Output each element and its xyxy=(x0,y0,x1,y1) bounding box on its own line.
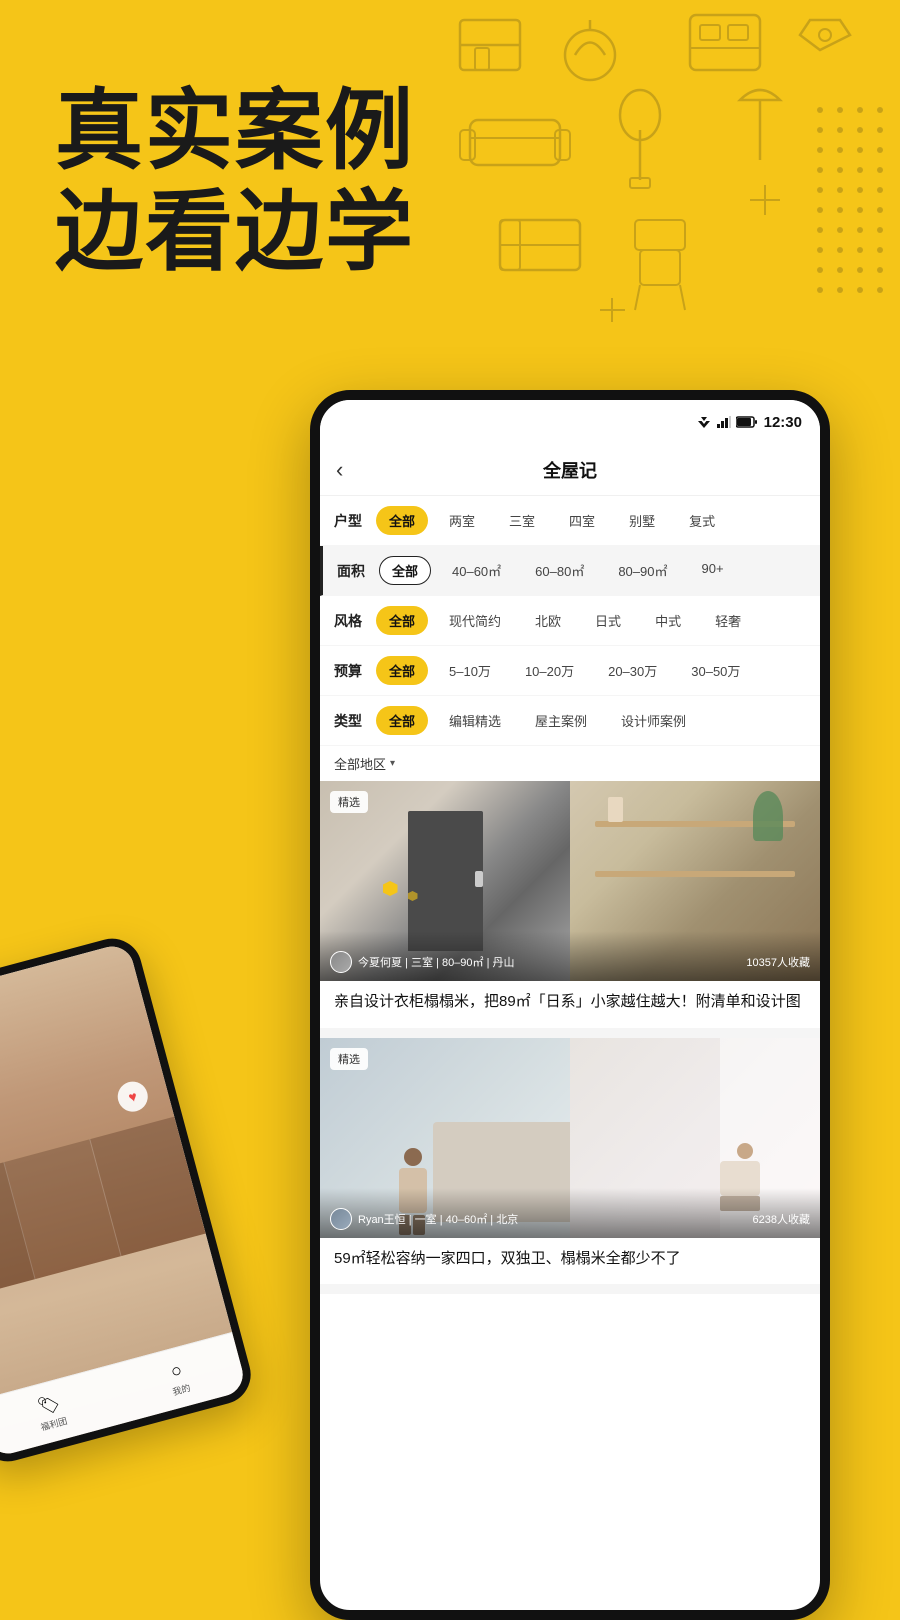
filter-tag-type-all[interactable]: 全部 xyxy=(376,706,428,735)
card-2-badge: 精选 xyxy=(330,1048,368,1070)
filter-tag-two-room[interactable]: 两室 xyxy=(436,506,488,535)
content-area: 精选 今夏何夏 | 三室 | 80–90㎡ | 丹山 10357人收藏 亲自设计… xyxy=(320,781,820,1294)
card-2-saves: 6238人收藏 xyxy=(753,1211,810,1227)
filter-label-area: 面积 xyxy=(337,561,369,581)
filter-tags-room-type: 全部 两室 三室 四室 别墅 复式 xyxy=(376,506,728,535)
location-text[interactable]: 全部地区 xyxy=(334,754,386,773)
filter-tag-10-20[interactable]: 10–20万 xyxy=(512,656,587,685)
status-bar: 12:30 xyxy=(320,400,820,444)
hero-text: 真实案例 边看边学 xyxy=(55,80,415,282)
card-2-user: Ryan王恒 | 一室 | 40–60㎡ | 北京 xyxy=(358,1211,518,1227)
filter-tag-light-luxury[interactable]: 轻奢 xyxy=(702,606,754,635)
card-2-avatar xyxy=(330,1208,352,1230)
page-title: 全屋记 xyxy=(543,457,597,483)
card-2[interactable]: 精选 Ryan王恒 | 一室 | 40–60㎡ | 北京 6238人收藏 59㎡… xyxy=(320,1038,820,1285)
filter-tag-designer-case[interactable]: 设计师案例 xyxy=(608,706,699,735)
filter-label-style: 风格 xyxy=(334,611,366,631)
filter-row-style: 风格 全部 现代简约 北欧 日式 中式 轻奢 xyxy=(320,596,820,646)
filter-tag-editor-pick[interactable]: 编辑精选 xyxy=(436,706,514,735)
card-2-title: 59㎡轻松容纳一家四口，双独卫、榻榻米全都少不了 xyxy=(320,1238,820,1285)
filter-tag-villa[interactable]: 别墅 xyxy=(616,506,668,535)
filter-tag-5-10[interactable]: 5–10万 xyxy=(436,656,504,685)
filter-label-room-type: 户型 xyxy=(334,511,366,531)
filter-tag-three-room[interactable]: 三室 xyxy=(496,506,548,535)
filter-tag-style-all[interactable]: 全部 xyxy=(376,606,428,635)
location-row: 全部地区 ▾ xyxy=(320,746,820,781)
filter-tag-80-90[interactable]: 80–90㎡ xyxy=(605,556,680,585)
filter-tags-style: 全部 现代简约 北欧 日式 中式 轻奢 xyxy=(376,606,754,635)
status-time: 12:30 xyxy=(764,414,802,431)
card-1-image: 精选 今夏何夏 | 三室 | 80–90㎡ | 丹山 10357人收藏 xyxy=(320,781,820,981)
card-1-avatar xyxy=(330,951,352,973)
save-icon: ♥ xyxy=(114,1078,151,1115)
card-2-meta-bar: Ryan王恒 | 一室 | 40–60㎡ | 北京 6238人收藏 xyxy=(320,1188,820,1238)
nav-item-mine[interactable]: ○ 我的 xyxy=(165,1358,192,1397)
card-1[interactable]: 精选 今夏何夏 | 三室 | 80–90㎡ | 丹山 10357人收藏 亲自设计… xyxy=(320,781,820,1028)
card-1-meta-bar: 今夏何夏 | 三室 | 80–90㎡ | 丹山 10357人收藏 xyxy=(320,931,820,981)
location-dropdown-arrow[interactable]: ▾ xyxy=(390,758,395,769)
filter-row-budget: 预算 全部 5–10万 10–20万 20–30万 30–50万 xyxy=(320,646,820,696)
filter-tags-area: 全部 40–60㎡ 60–80㎡ 80–90㎡ 90+ xyxy=(379,556,737,585)
filter-row-type: 类型 全部 编辑精选 屋主案例 设计师案例 xyxy=(320,696,820,746)
decorative-background-icons xyxy=(440,0,900,400)
filter-tag-modern[interactable]: 现代简约 xyxy=(436,606,514,635)
filter-tag-four-room[interactable]: 四室 xyxy=(556,506,608,535)
filter-tag-owner-case[interactable]: 屋主案例 xyxy=(522,706,600,735)
card-2-image: 精选 Ryan王恒 | 一室 | 40–60㎡ | 北京 6238人收藏 xyxy=(320,1038,820,1238)
filter-label-type: 类型 xyxy=(334,711,366,731)
filter-tag-chinese[interactable]: 中式 xyxy=(642,606,694,635)
filter-tag-japanese[interactable]: 日式 xyxy=(582,606,634,635)
hero-line1: 真实案例 xyxy=(55,81,415,180)
filter-tag-all[interactable]: 全部 xyxy=(376,506,428,535)
filter-tag-20-30[interactable]: 20–30万 xyxy=(595,656,670,685)
filter-tag-30-50[interactable]: 30–50万 xyxy=(678,656,753,685)
filter-tag-90plus[interactable]: 90+ xyxy=(688,556,736,585)
filter-tag-area-all[interactable]: 全部 xyxy=(379,556,431,585)
battery-icon xyxy=(736,416,758,428)
nav-item-welfare[interactable]: 🏷 福利团 xyxy=(33,1391,68,1433)
phone-mockup: 12:30 ‹ 全屋记 户型 全部 两室 三室 四室 别墅 复式 面积 全部 4… xyxy=(310,390,830,1620)
app-header: ‹ 全屋记 xyxy=(320,444,820,496)
filter-tag-nordic[interactable]: 北欧 xyxy=(522,606,574,635)
card-1-user: 今夏何夏 | 三室 | 80–90㎡ | 丹山 xyxy=(358,954,515,970)
filter-tag-budget-all[interactable]: 全部 xyxy=(376,656,428,685)
hero-line2: 边看边学 xyxy=(55,182,415,281)
signal-icon xyxy=(717,416,731,428)
profile-icon: ○ xyxy=(168,1359,184,1382)
back-button[interactable]: ‹ xyxy=(336,457,343,483)
filter-tag-60-80[interactable]: 60–80㎡ xyxy=(522,556,597,585)
filter-label-budget: 预算 xyxy=(334,661,366,681)
card-1-badge: 精选 xyxy=(330,791,368,813)
filter-tags-type: 全部 编辑精选 屋主案例 设计师案例 xyxy=(376,706,699,735)
filter-tag-40-60[interactable]: 40–60㎡ xyxy=(439,556,514,585)
filter-tags-budget: 全部 5–10万 10–20万 20–30万 30–50万 xyxy=(376,656,753,685)
card-1-title: 亲自设计衣柜榻榻米，把89㎡「日系」小家越住越大！附清单和设计图 xyxy=(320,981,820,1028)
card-1-saves: 10357人收藏 xyxy=(746,954,810,970)
filter-tag-duplex[interactable]: 复式 xyxy=(676,506,728,535)
filter-row-area: 面积 全部 40–60㎡ 60–80㎡ 80–90㎡ 90+ xyxy=(320,546,820,596)
wifi-icon xyxy=(696,416,712,428)
filter-section: 户型 全部 两室 三室 四室 别墅 复式 面积 全部 40–60㎡ 60–80㎡… xyxy=(320,496,820,781)
filter-row-room-type: 户型 全部 两室 三室 四室 别墅 复式 xyxy=(320,496,820,546)
